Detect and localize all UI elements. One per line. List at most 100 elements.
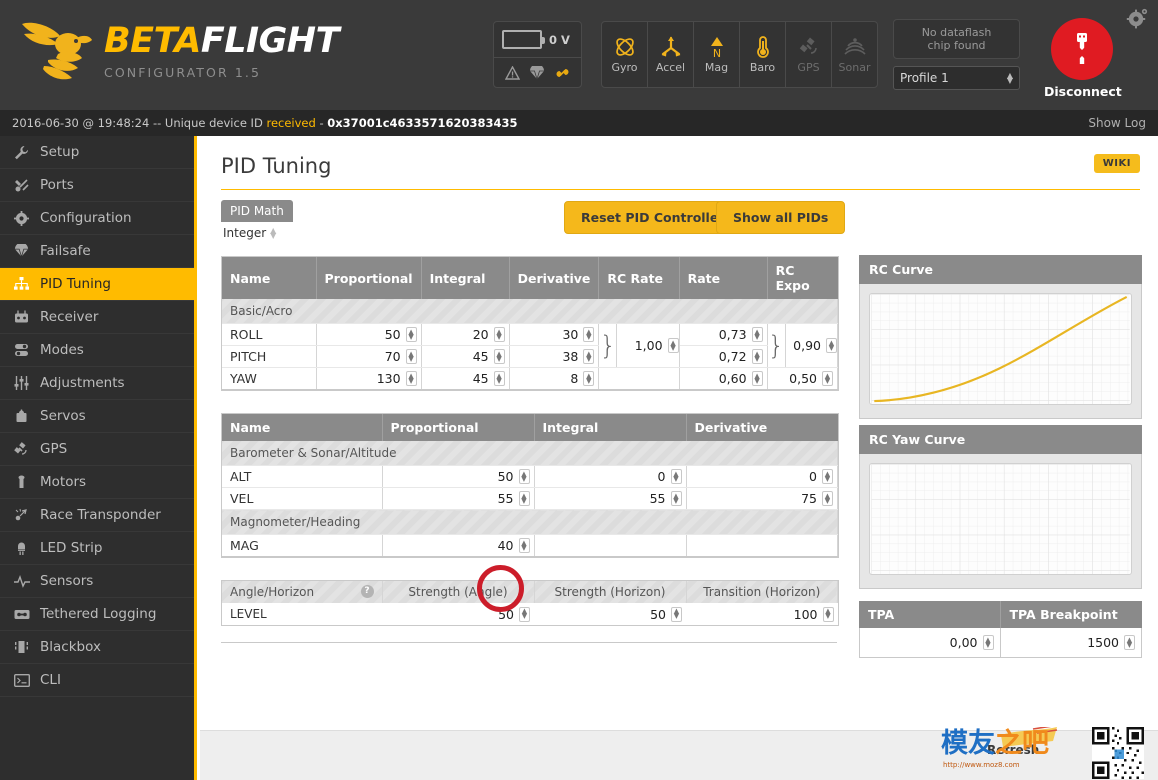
stepper-icon[interactable]: ▲ ▼ — [822, 491, 833, 506]
stepper-icon[interactable]: ▲ ▼ — [670, 491, 682, 506]
usb-disconnect-icon — [1073, 33, 1091, 64]
tpa-breakpoint-input[interactable]: 1500 ▲ ▼ — [1007, 635, 1135, 650]
sidebar-item-tethered-logging[interactable]: Tethered Logging — [0, 598, 194, 631]
col-strength-horizon: Strength (Horizon) — [534, 581, 687, 603]
stepper-icon[interactable]: ▲ ▼ — [583, 349, 595, 364]
rc-curve-panel: RC Curve — [859, 255, 1142, 419]
sidebar-item-servos[interactable]: Servos — [0, 400, 194, 433]
stepper-icon[interactable]: ▲ ▼ — [583, 371, 595, 386]
cell-pitch-i[interactable]: 45 ▲ ▼ — [421, 345, 510, 368]
cell-yaw-p[interactable]: 130 ▲ ▼ — [316, 367, 422, 390]
cell-yaw-rate[interactable]: 0,60 ▲ ▼ — [679, 367, 768, 390]
wiki-button[interactable]: WIKI — [1093, 154, 1140, 173]
sidebar-item-failsafe[interactable]: Failsafe — [0, 235, 194, 268]
value-text: 50 — [384, 327, 401, 342]
cell-level-transition-horizon[interactable]: 100 ▲ ▼ — [686, 603, 838, 625]
cell-alt-i[interactable]: 0 ▲ ▼ — [534, 465, 687, 488]
cell-roll-p[interactable]: 50 ▲ ▼ — [316, 323, 422, 346]
stepper-icon[interactable]: ▲ ▼ — [822, 371, 833, 386]
mag-icon: N — [710, 37, 723, 59]
stepper-icon[interactable]: ▲ ▼ — [670, 469, 682, 484]
sidebar-item-modes[interactable]: Modes — [0, 334, 194, 367]
stepper-icon[interactable]: ▲ ▼ — [822, 469, 833, 484]
cell-rc-expo-shared[interactable]: 0,90 ▲ ▼ — [785, 323, 839, 368]
cell-vel-p[interactable]: 55 ▲ ▼ — [382, 487, 535, 510]
col-proportional: Proportional — [382, 414, 535, 441]
cell-roll-d[interactable]: 30 ▲ ▼ — [509, 323, 600, 346]
sidebar-item-blackbox[interactable]: Blackbox — [0, 631, 194, 664]
reset-pid-controller-button[interactable]: Reset PID Controller — [564, 201, 742, 234]
cell-level-strength-horizon[interactable]: 50 ▲ ▼ — [534, 603, 686, 625]
stepper-icon[interactable]: ▲ ▼ — [667, 338, 679, 353]
stepper-icon[interactable]: ▲ ▼ — [405, 327, 417, 342]
sidebar-item-label: Modes — [40, 342, 84, 358]
stepper-icon[interactable]: ▲ ▼ — [519, 606, 530, 622]
cell-yaw-rc-expo[interactable]: 0,50 ▲ ▼ — [767, 367, 839, 390]
cell-roll-i[interactable]: 20 ▲ ▼ — [421, 323, 510, 346]
value-text: 0 — [657, 469, 666, 484]
profile-select[interactable]: Profile 1 ▲ ▼ — [893, 66, 1020, 90]
value-text: 8 — [570, 371, 579, 386]
cell-alt-p[interactable]: 50 ▲ ▼ — [382, 465, 535, 488]
stepper-icon[interactable]: ▲ ▼ — [1124, 635, 1135, 650]
sidebar-item-race-transponder[interactable]: Race Transponder — [0, 499, 194, 532]
gear-icon[interactable] — [1126, 8, 1148, 30]
stepper-icon[interactable]: ▲ ▼ — [405, 371, 417, 386]
cell-alt-d[interactable]: 0 ▲ ▼ — [686, 465, 838, 488]
cell-yaw-d[interactable]: 8 ▲ ▼ — [509, 367, 600, 390]
sidebar-item-configuration[interactable]: Configuration — [0, 202, 194, 235]
rc-yaw-curve-chart — [869, 463, 1132, 575]
stepper-icon[interactable]: ▲ ▼ — [822, 606, 834, 622]
sidebar-item-adjustments[interactable]: Adjustments — [0, 367, 194, 400]
cell-mag-p[interactable]: 40 ▲ ▼ — [382, 534, 535, 557]
col-integral: Integral — [534, 414, 687, 441]
col-derivative: Derivative — [686, 414, 838, 441]
sidebar-item-gps[interactable]: GPS — [0, 433, 194, 466]
watermark-url: http://www.moz8.com — [943, 761, 1020, 769]
cell-vel-i[interactable]: 55 ▲ ▼ — [534, 487, 687, 510]
sidebar-item-ports[interactable]: Ports — [0, 169, 194, 202]
logo-flight-text: FLIGHT — [200, 21, 340, 61]
cell-pitch-d[interactable]: 38 ▲ ▼ — [509, 345, 600, 368]
cell-roll-rate[interactable]: 0,73 ▲ ▼ — [679, 323, 768, 346]
sidebar-item-receiver[interactable]: Receiver — [0, 301, 194, 334]
stepper-icon[interactable]: ▲ ▼ — [493, 327, 505, 342]
stepper-icon[interactable]: ▲ ▼ — [671, 606, 682, 622]
sidebar-item-label: Race Transponder — [40, 507, 161, 523]
show-log-button[interactable]: Show Log — [1088, 116, 1146, 130]
stepper-icon[interactable]: ▲ ▼ — [493, 371, 505, 386]
sidebar-item-setup[interactable]: Setup — [0, 136, 194, 169]
stepper-icon[interactable]: ▲ ▼ — [493, 349, 505, 364]
stepper-icon[interactable]: ▲ ▼ — [751, 371, 763, 386]
pid-math-select[interactable]: Integer ▲ ▼ — [223, 226, 276, 240]
stepper-icon[interactable]: ▲ ▼ — [518, 538, 530, 553]
disconnect-button[interactable]: Disconnect — [1044, 18, 1122, 99]
stepper-icon[interactable]: ▲ ▼ — [826, 338, 837, 353]
sidebar-item-sensors[interactable]: Sensors — [0, 565, 194, 598]
sidebar-item-label: Sensors — [40, 573, 94, 589]
stepper-icon[interactable]: ▲ ▼ — [405, 349, 417, 364]
sidebar-item-motors[interactable]: Motors — [0, 466, 194, 499]
cell-pitch-p[interactable]: 70 ▲ ▼ — [316, 345, 422, 368]
sidebar-item-pid-tuning[interactable]: PID Tuning — [0, 268, 194, 301]
stepper-icon[interactable]: ▲ ▼ — [518, 491, 530, 506]
tpa-input[interactable]: 0,00 ▲ ▼ — [866, 635, 994, 650]
stepper-icon[interactable]: ▲ ▼ — [518, 469, 530, 484]
sidebar-item-label: Configuration — [40, 210, 132, 226]
cell-vel-d[interactable]: 75 ▲ ▼ — [686, 487, 838, 510]
cell-pitch-rate[interactable]: 0,72 ▲ ▼ — [679, 345, 768, 368]
help-icon[interactable]: ? — [360, 585, 374, 598]
show-all-pids-button[interactable]: Show all PIDs — [716, 201, 846, 234]
stepper-icon[interactable]: ▲ ▼ — [982, 635, 994, 650]
rc-yaw-curve-body — [859, 454, 1142, 589]
stepper-icon[interactable]: ▲ ▼ — [751, 349, 763, 364]
sidebar-item-led-strip[interactable]: LED Strip — [0, 532, 194, 565]
logo-beta-text: BETA — [104, 21, 201, 61]
stepper-icon[interactable]: ▲ ▼ — [751, 327, 763, 342]
sidebar-item-cli[interactable]: CLI — [0, 664, 194, 697]
cell-yaw-i[interactable]: 45 ▲ ▼ — [421, 367, 510, 390]
stepper-icon[interactable]: ▲ ▼ — [583, 327, 595, 342]
cell-rc-rate-shared[interactable]: 1,00 ▲ ▼ — [616, 323, 680, 368]
tpa-breakpoint-title: TPA Breakpoint — [1000, 601, 1142, 628]
waveform-icon — [13, 574, 30, 588]
